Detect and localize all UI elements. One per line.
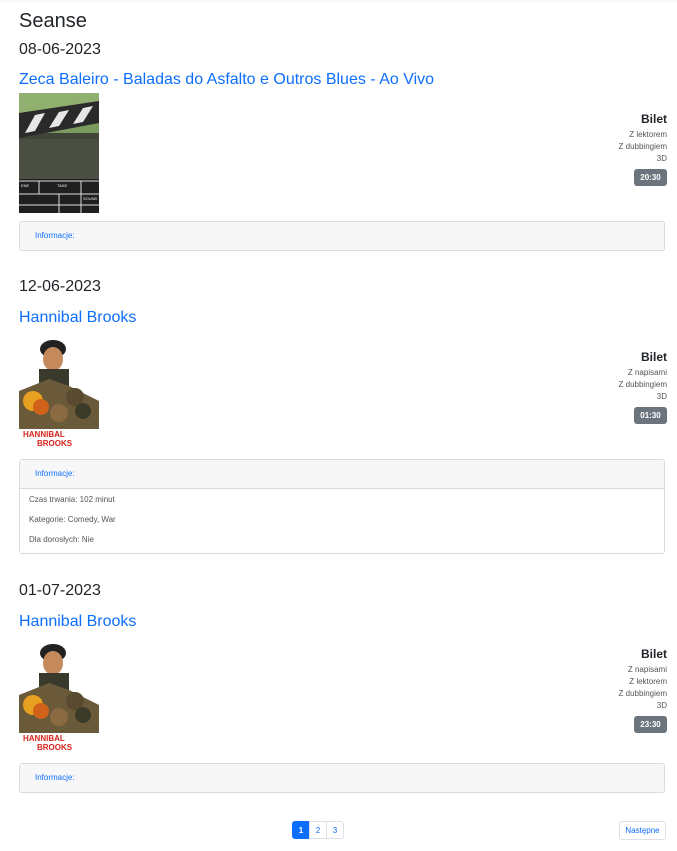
page-link-1[interactable]: 1 [292, 821, 310, 839]
movie-title-link[interactable]: Hannibal Brooks [19, 612, 136, 632]
screening-section: 01-07-2023 Hannibal Brooks HANNIBAL BROO… [19, 581, 667, 793]
ticket-panel: Bilet Z napisami Z lektorem Z dubbingiem… [507, 647, 667, 733]
ticket-option: Z lektorem [629, 677, 667, 686]
movie-title-link[interactable]: Hannibal Brooks [19, 308, 136, 328]
page: Seanse 08-06-2023 Zeca Baleiro - Baladas… [0, 9, 677, 793]
clapper-label: SOUND [83, 196, 98, 201]
top-bar [0, 0, 677, 3]
detail-duration: Czas trwania: 102 minut [29, 495, 115, 504]
poster-title-text: BROOKS [37, 743, 73, 752]
ticket-option: Z dubbingiem [618, 689, 667, 698]
info-card: Informacje: Czas trwania: 102 minut Kate… [19, 459, 665, 554]
page-link-3[interactable]: 3 [326, 821, 344, 839]
info-card: Informacje: [19, 763, 665, 793]
ticket-option: Z napisami [627, 368, 667, 377]
movie-poster-image: HANNIBAL BROOKS [19, 331, 99, 451]
screening-date: 12-06-2023 [19, 278, 101, 295]
info-card: Informacje: [19, 221, 665, 251]
showtime-button[interactable]: 20:30 [634, 169, 667, 186]
detail-adult: Dla dorosłych: Nie [29, 535, 94, 544]
ticket-panel: Bilet Z napisami Z dubbingiem 3D 01:30 [507, 350, 667, 424]
showtime-button[interactable]: 01:30 [634, 407, 667, 424]
ticket-title: Bilet [640, 647, 667, 661]
poster-title-text: HANNIBAL [23, 430, 65, 439]
screening-section: 12-06-2023 Hannibal Brooks HANNIBAL BROO… [19, 277, 667, 554]
info-body: Czas trwania: 102 minut Kategorie: Comed… [20, 489, 664, 553]
ticket-title: Bilet [640, 112, 667, 126]
poster-title-text: HANNIBAL [23, 734, 65, 743]
movie-poster-image: ENE TAKE SOUND [19, 93, 99, 213]
showtime-button[interactable]: 23:30 [634, 716, 667, 733]
info-toggle[interactable]: Informacje: [20, 764, 664, 792]
ticket-option: Z dubbingiem [618, 142, 667, 151]
ticket-option: Z napisami [627, 665, 667, 674]
ticket-option: 3D [656, 701, 667, 710]
page-link-2[interactable]: 2 [309, 821, 327, 839]
clapper-label: ENE [21, 183, 30, 188]
ticket-option: 3D [656, 154, 667, 163]
detail-categories: Kategorie: Comedy, War [29, 515, 116, 524]
next-page-button[interactable]: Następne [619, 821, 666, 840]
info-toggle[interactable]: Informacje: [20, 222, 664, 250]
ticket-title: Bilet [640, 350, 667, 364]
ticket-option: Z dubbingiem [618, 380, 667, 389]
clapper-label: TAKE [57, 183, 67, 188]
screening-date: 08-06-2023 [19, 41, 101, 58]
page-title: Seanse [19, 10, 87, 32]
ticket-option: Z lektorem [629, 130, 667, 139]
movie-title-link[interactable]: Zeca Baleiro - Baladas do Asfalto e Outr… [19, 70, 434, 90]
screening-date: 01-07-2023 [19, 582, 101, 599]
ticket-option: 3D [656, 392, 667, 401]
screening-section: 08-06-2023 Zeca Baleiro - Baladas do Asf… [19, 40, 667, 251]
info-toggle[interactable]: Informacje: [20, 460, 664, 489]
movie-poster-image: HANNIBAL BROOKS [19, 635, 99, 755]
poster-title-text: BROOKS [37, 439, 73, 448]
ticket-panel: Bilet Z lektorem Z dubbingiem 3D 20:30 [507, 112, 667, 186]
pagination: 1 2 3 [292, 821, 344, 839]
